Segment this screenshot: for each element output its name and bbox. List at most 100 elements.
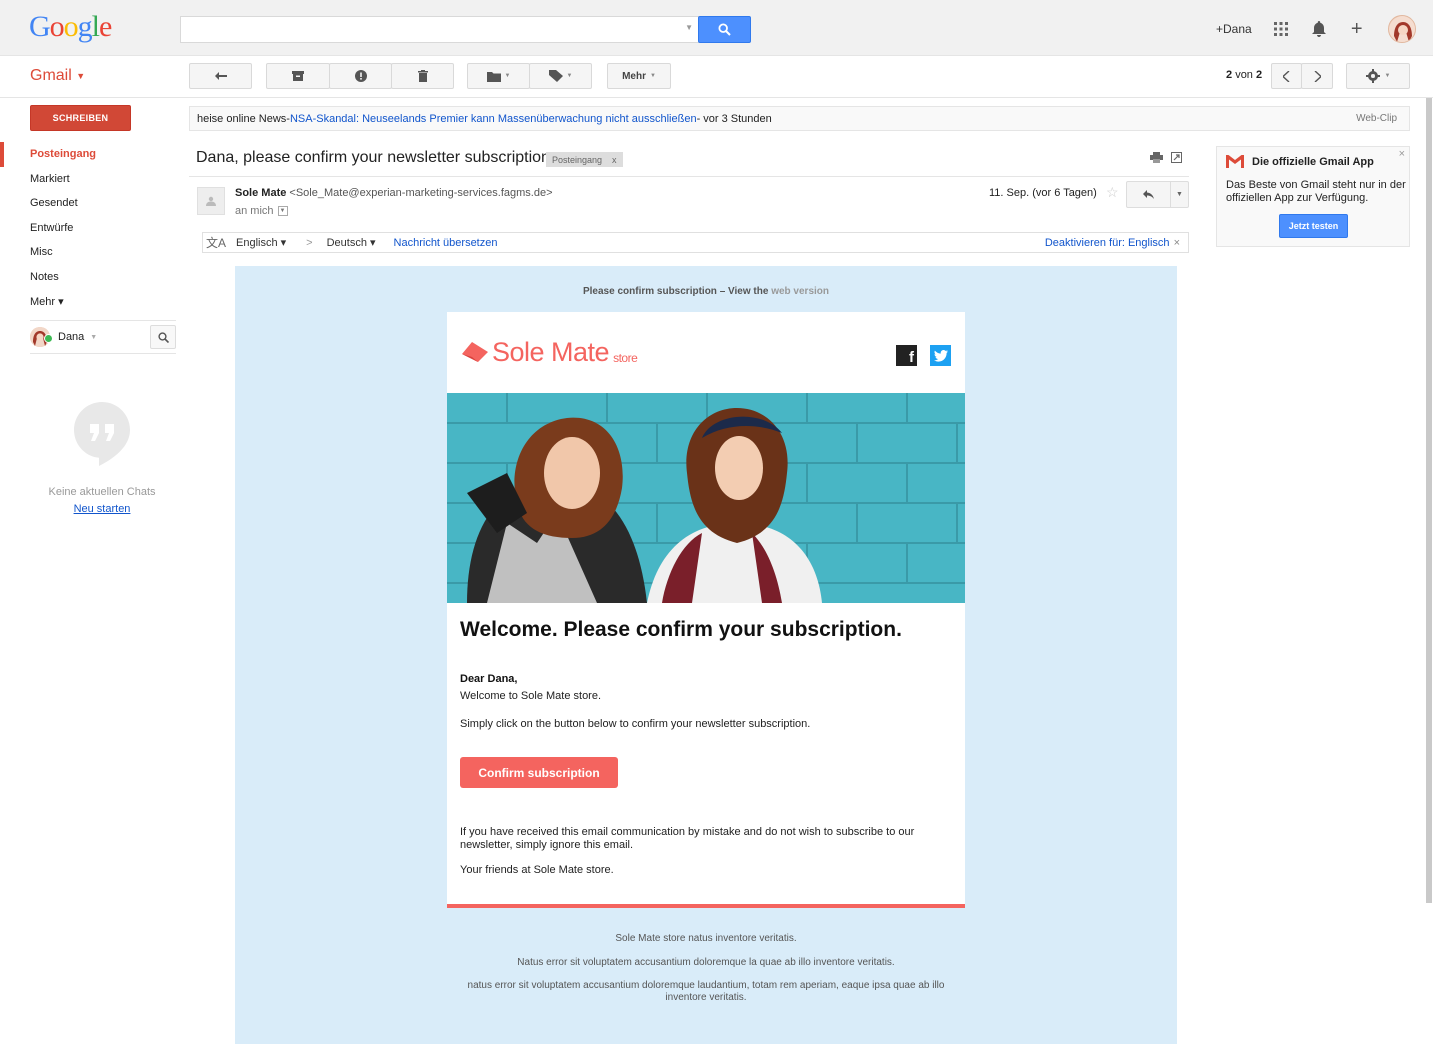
chevron-down-icon: ▼ (504, 73, 511, 79)
reply-icon (1143, 190, 1154, 199)
pager-total: 2 (1256, 69, 1263, 81)
sender-avatar[interactable] (197, 187, 225, 215)
shoe-logo-icon (462, 342, 488, 362)
inbox-label-chip[interactable]: Posteingang x (546, 152, 623, 167)
newer-button[interactable] (1271, 63, 1302, 89)
settings-button[interactable]: ▼ (1346, 63, 1410, 89)
search-options-caret-icon[interactable]: ▼ (685, 23, 693, 32)
search-input[interactable] (181, 17, 681, 42)
archive-button[interactable] (266, 63, 330, 89)
notifications-bell-icon[interactable] (1308, 18, 1330, 40)
spam-icon (354, 70, 367, 82)
search-button[interactable] (698, 16, 751, 43)
search-icon (718, 23, 731, 36)
sidebar-item-more[interactable]: Mehr ▾ (0, 289, 180, 314)
apps-grid-icon[interactable] (1270, 18, 1292, 40)
email-footer-text: Natus error sit voluptatem accusantium d… (517, 957, 895, 968)
report-spam-button[interactable] (329, 63, 392, 89)
chevron-down-icon[interactable]: ▼ (277, 206, 288, 216)
sender-name[interactable]: Sole Mate (235, 187, 286, 199)
chat-user-name: Dana (58, 331, 85, 343)
close-icon[interactable]: × (1174, 237, 1180, 249)
divider (189, 176, 1189, 177)
sender-line: Sole Mate <Sole_Mate@experian-marketing-… (235, 187, 553, 199)
new-chat-link[interactable]: Neu starten (30, 503, 174, 515)
source-language-select[interactable]: Englisch ▾ (236, 236, 286, 249)
more-actions-button[interactable]: Mehr ▼ (607, 63, 671, 89)
message-subject: Dana, please confirm your newsletter sub… (196, 149, 550, 166)
translate-bar: 文A Englisch ▾ > Deutsch ▾ Nachricht über… (202, 232, 1189, 253)
sidebar-item-drafts[interactable]: Entwürfe (0, 216, 180, 241)
logo-letter: l (91, 10, 100, 43)
email-signoff: Your friends at Sole Mate store. (460, 864, 614, 876)
more-reply-options-icon[interactable]: ▼ (1171, 182, 1188, 207)
move-to-folder-button[interactable]: ▼ (467, 63, 530, 89)
brand-suffix: store (613, 351, 638, 365)
label-remove-icon[interactable]: x (612, 155, 617, 165)
share-plus-icon[interactable]: + (1346, 18, 1368, 40)
pager-current: 2 (1226, 69, 1233, 81)
labels-button[interactable]: ▼ (529, 63, 592, 89)
brand-name: Sole Mate (492, 337, 610, 367)
more-label: Mehr (622, 70, 646, 82)
twitter-icon[interactable] (930, 345, 951, 366)
reply-button[interactable] (1127, 182, 1171, 207)
star-icon[interactable]: ☆ (1106, 184, 1119, 201)
chevron-right-icon (1314, 70, 1321, 82)
compose-button[interactable]: SCHREIBEN (30, 105, 131, 131)
recipient-line: an mich ▼ (235, 205, 288, 217)
message-date: 11. Sep. (vor 6 Tagen) (989, 187, 1097, 199)
email-text: Welcome to Sole Mate store. (460, 690, 602, 702)
web-clip-headline-link[interactable]: NSA-Skandal: Neuseelands Premier kann Ma… (290, 113, 697, 125)
facebook-icon[interactable]: f (896, 345, 917, 366)
user-profile-link[interactable]: +Dana (1216, 22, 1252, 36)
email-text: If you have received this email communic… (460, 826, 915, 851)
web-clip-label[interactable]: Web-Clip (1356, 113, 1397, 124)
translate-message-link[interactable]: Nachricht übersetzen (394, 237, 498, 249)
promo-text: Das Beste von Gmail steht nur in der off… (1226, 179, 1406, 204)
pager-of: von (1235, 69, 1253, 81)
chat-user-row[interactable]: Dana ▼ (30, 320, 176, 354)
gear-icon (1365, 69, 1380, 83)
older-button[interactable] (1301, 63, 1333, 89)
promo-title-row: Die offizielle Gmail App (1226, 155, 1374, 168)
translate-arrow: > (306, 236, 313, 249)
gmail-m-icon (1226, 155, 1244, 168)
search-box: ▼ (180, 16, 700, 43)
chevron-down-icon: ▼ (566, 73, 573, 79)
close-icon[interactable]: × (1399, 148, 1405, 160)
disable-translate-link[interactable]: Deaktivieren für: Englisch (1045, 237, 1170, 249)
online-status-icon (44, 334, 53, 343)
chat-search-button[interactable] (150, 325, 176, 349)
google-logo[interactable]: Google (29, 10, 112, 44)
try-now-button[interactable]: Jetzt testen (1279, 214, 1348, 238)
sole-mate-logo[interactable]: Sole Mate store (460, 337, 638, 368)
web-clip-time: - vor 3 Stunden (696, 112, 772, 125)
logo-letter: e (99, 10, 112, 43)
person-icon (206, 196, 216, 206)
confirm-subscription-button[interactable]: Confirm subscription (460, 757, 618, 788)
sidebar-item-inbox[interactable]: Posteingang (0, 142, 180, 167)
promo-title: Die offizielle Gmail App (1252, 155, 1374, 168)
chevron-down-icon[interactable]: ▼ (90, 334, 97, 341)
web-version-link[interactable]: web version (771, 286, 829, 297)
pager-status: 2 von 2 (1226, 69, 1262, 81)
disable-translate-area: Deaktivieren für: Englisch × (1045, 237, 1180, 249)
back-arrow-icon (214, 72, 227, 80)
account-avatar[interactable] (1387, 15, 1416, 43)
gmail-toolbar: Gmail ▼ ▼ ▼ Mehr ▼ 2 von 2 ▼ (0, 56, 1433, 98)
scrollbar[interactable] (1426, 98, 1432, 903)
recipient-text: an mich (235, 205, 274, 217)
print-icon[interactable] (1150, 152, 1163, 163)
sidebar-item-sent[interactable]: Gesendet (0, 191, 180, 216)
chevron-left-icon (1283, 70, 1290, 82)
target-language-select[interactable]: Deutsch ▾ (327, 236, 376, 249)
new-window-icon[interactable] (1171, 152, 1182, 163)
delete-button[interactable] (391, 63, 454, 89)
sidebar-item-notes[interactable]: Notes (0, 265, 180, 290)
sidebar-item-misc[interactable]: Misc (0, 240, 180, 265)
sidebar-item-starred[interactable]: Markiert (0, 167, 180, 192)
back-to-inbox-button[interactable] (189, 63, 252, 89)
email-text: Simply click on the button below to conf… (460, 718, 811, 730)
gmail-menu-button[interactable]: Gmail ▼ (30, 67, 85, 85)
